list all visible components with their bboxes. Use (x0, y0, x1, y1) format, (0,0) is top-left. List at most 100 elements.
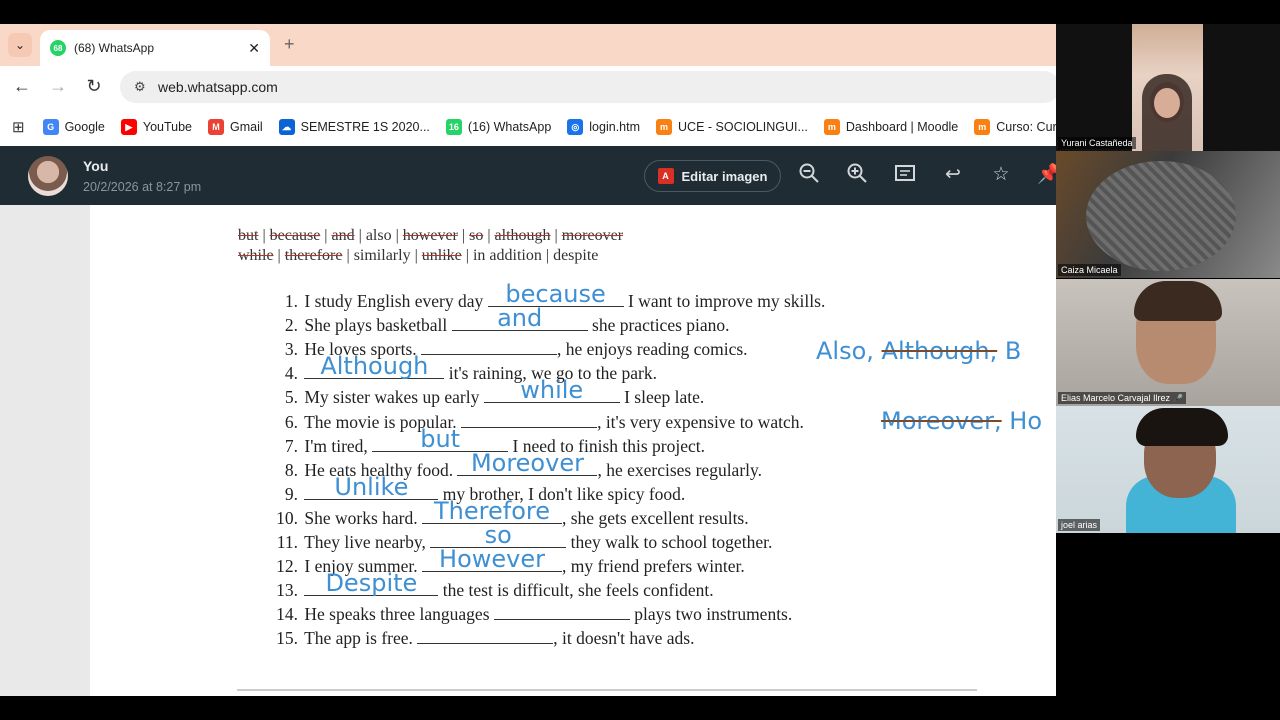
bookmark-6[interactable]: m UCE - SOCIOLINGUI... (656, 119, 808, 135)
word-bank-word: so (469, 227, 484, 244)
exercise-number: 7. (284, 435, 298, 456)
media-viewer-header: You 20/2/2026 at 8:27 pm A Editar imagen… (0, 146, 1056, 205)
bottom-bar (0, 696, 1280, 720)
edit-image-button[interactable]: A Editar imagen (644, 160, 781, 192)
exercise-text-after: , my friend prefers winter. (562, 556, 745, 577)
word-bank-word: while (238, 247, 274, 264)
participant-tile-4[interactable]: joel arias (1056, 406, 1280, 533)
avatar[interactable] (28, 156, 68, 196)
exercise-item: 2. She plays basketball and she practice… (268, 306, 730, 336)
answer-blank: and (451, 306, 588, 332)
separator: | (410, 247, 422, 264)
exercise-text-before: She plays basketball (304, 315, 448, 336)
exercise-text-after: I sleep late. (624, 387, 705, 408)
participant-name: joel arias (1058, 519, 1101, 531)
answer-blank: Unlike (304, 475, 439, 500)
participant-name: Caiza Micaela (1058, 264, 1121, 276)
chevron-down-icon: ⌄ (14, 38, 26, 52)
tab-whatsapp[interactable]: 68 (68) WhatsApp ✕ (40, 30, 270, 66)
reload-icon: ↻ (86, 76, 102, 96)
tab-search-button[interactable]: ⌄ (8, 33, 32, 57)
handwritten-note-3: Also, Although, B (816, 337, 1021, 365)
exercise-text-after: , he exercises regularly. (597, 459, 763, 480)
bookmark-3[interactable]: ☁ SEMESTRE 1S 2020... (278, 119, 430, 135)
bookmark-0[interactable]: G Google (42, 119, 105, 135)
exercise-text-after: the test is difficult, she feels confide… (442, 580, 714, 601)
bookmark-2[interactable]: M Gmail (208, 119, 263, 135)
zoom-out-icon[interactable] (796, 162, 822, 188)
reply-icon[interactable]: ↩ (940, 162, 966, 188)
exercise-text-after: , it doesn't have ads. (553, 628, 695, 649)
participant-name: Elias Marcelo Carvajal Ilrez 🎤 (1058, 392, 1187, 404)
apps-grid-icon[interactable]: ⊞ (12, 118, 25, 136)
site-settings-icon[interactable]: ⚙ (134, 79, 154, 95)
separator: | (273, 247, 285, 264)
exercise-text-before: She works hard. (304, 507, 418, 528)
exercise-item: 13. Despite the test is difficult, she f… (268, 571, 714, 601)
exercise-text-after: , she gets excellent results. (562, 507, 749, 528)
arrow-right-icon: → (49, 76, 67, 96)
handwritten-answer: Moreover (470, 448, 584, 477)
bookmark-label: Google (64, 120, 105, 134)
note-6-word-b: Ho (1009, 407, 1043, 435)
bookmark-label: Dashboard | Moodle (845, 120, 959, 134)
separator: | (483, 227, 495, 244)
handwritten-answer: and (497, 304, 543, 333)
media-viewer-body: but | because | and | also | however | s… (0, 205, 1056, 696)
onedrive-icon: ☁ (278, 119, 295, 135)
address-bar[interactable]: ⚙ web.whatsapp.com (120, 71, 1056, 103)
participant-tile-2[interactable]: Caiza Micaela (1056, 151, 1280, 278)
exercise-text-after: she practices piano. (592, 315, 730, 336)
exercise-number: 3. (284, 339, 298, 360)
moodle-icon: m (974, 119, 991, 135)
toolbar: ← → ↻ ⚙ web.whatsapp.com (0, 66, 1056, 108)
note-3-word-c: B (1004, 337, 1022, 365)
exercise-number: 13. (276, 580, 298, 601)
handwritten-answer: because (505, 280, 606, 308)
back-button[interactable]: ← (11, 76, 33, 97)
sent-timestamp: 20/2/2026 at 8:27 pm (83, 180, 202, 194)
bookmark-4[interactable]: 16 (16) WhatsApp (445, 119, 551, 135)
bookmark-label: login.htm (589, 120, 641, 134)
separator: | (320, 227, 332, 244)
exercise-number: 11. (276, 532, 298, 552)
word-bank-word: also (365, 227, 392, 244)
new-tab-button[interactable]: + (284, 34, 295, 55)
chat-message-icon[interactable] (892, 162, 918, 188)
arrow-left-icon: ← (13, 76, 31, 96)
exercise-item: 5. My sister wakes up early while I slee… (268, 378, 705, 408)
separator: | (461, 247, 473, 264)
bookmark-7[interactable]: m Dashboard | Moodle (823, 119, 959, 135)
participant-tile-1[interactable]: Yurani Castañeda (1056, 24, 1280, 151)
zoom-in-icon[interactable] (844, 162, 870, 188)
participant-video-2 (1086, 161, 1236, 271)
exercise-text-after: they walk to school together. (570, 532, 773, 552)
whatsapp-icon: 16 (445, 119, 462, 135)
exercise-number: 2. (284, 315, 298, 336)
handwritten-answer: However (439, 545, 545, 574)
exercise-text-before: He speaks three languages (304, 604, 490, 625)
word-bank-word: similarly (353, 247, 411, 264)
exercise-item: 15. The app is free. , it doesn't have a… (268, 628, 694, 649)
answer-blank (493, 604, 630, 621)
bookmark-5[interactable]: ◎ login.htm (567, 119, 640, 135)
bookmark-1[interactable]: ▶ YouTube (120, 119, 192, 135)
bookmark-8[interactable]: m Curso: Curso Ab (974, 119, 1056, 135)
browser-window: ⌄ 68 (68) WhatsApp ✕ + ← → ↻ ⚙ web.whats… (0, 24, 1056, 696)
participant-name-text: Elias Marcelo Carvajal Ilrez (1061, 393, 1171, 403)
moodle-icon: m (823, 119, 840, 135)
moodle-icon: m (656, 119, 673, 135)
exercise-text-after: I want to improve my skills. (627, 291, 826, 311)
screen: ⌄ 68 (68) WhatsApp ✕ + ← → ↻ ⚙ web.whats… (0, 0, 1280, 720)
forward-button[interactable]: → (47, 76, 69, 97)
close-icon[interactable]: ✕ (248, 40, 260, 57)
participant-tile-3[interactable]: Elias Marcelo Carvajal Ilrez 🎤 (1056, 279, 1280, 406)
pin-icon[interactable]: 📌 (1036, 162, 1056, 188)
exercise-text-before: My sister wakes up early (304, 387, 480, 408)
handwritten-answer: but (420, 424, 461, 453)
word-bank-word: therefore (284, 247, 343, 264)
star-icon[interactable]: ☆ (988, 162, 1014, 188)
reload-button[interactable]: ↻ (83, 76, 105, 97)
word-bank-word: in addition (472, 247, 542, 264)
word-bank-word: although (494, 227, 551, 244)
